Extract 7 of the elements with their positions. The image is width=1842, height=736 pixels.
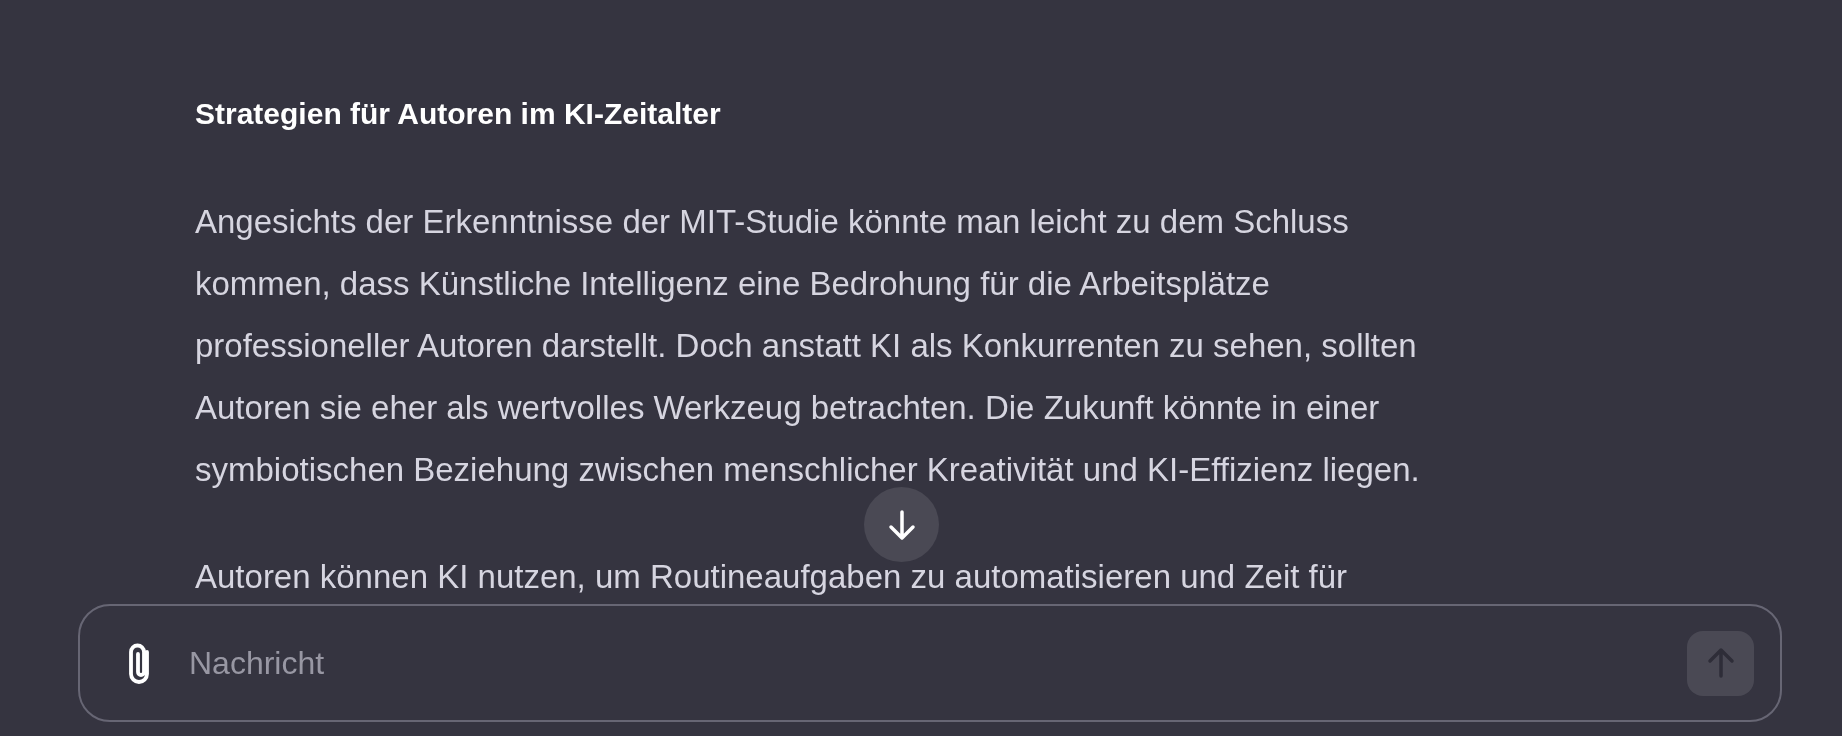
message-input[interactable]: Nachricht bbox=[187, 638, 1657, 688]
arrow-down-icon bbox=[886, 508, 917, 541]
message-paragraph: Autoren können KI nutzen, um Routineaufgaben zu automatisieren und Zeit für bbox=[195, 557, 1349, 597]
message-heading: Strategien für Autoren im KI-Zeitalter bbox=[195, 96, 722, 132]
message-paragraph: Angesichts der Erkenntnisse der MIT-Studie könnte man leicht zu dem Schluss kommen, dass Künstliche Intelligenz eine Bedrohung für die Arbeitsplätze professioneller Autoren darstellt. Doch anstatt KI als Konkurrenten zu sehen, sollten Autoren sie eher als wertvolles Werkzeug betrachten. Die Zukunft könnte in einer symbiotischen Beziehung zwischen menschlicher Kreativität und KI-Effizienz liegen. bbox=[195, 202, 1421, 490]
arrow-up-icon bbox=[1706, 647, 1735, 679]
message-field[interactable]: Nachricht bbox=[78, 604, 1782, 722]
